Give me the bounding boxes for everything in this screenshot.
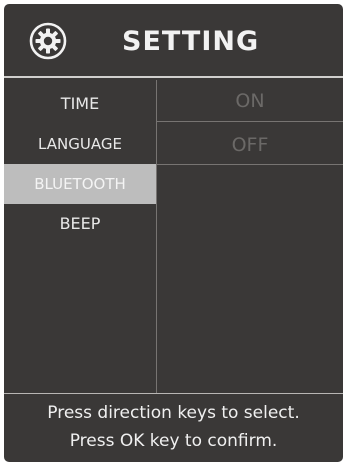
menu-item-label: BLUETOOTH (34, 175, 126, 193)
menu-item-bluetooth[interactable]: BLUETOOTH (4, 164, 156, 204)
settings-screen: SETTING TIME LANGUAGE BLUETOOTH BEEP ON … (4, 4, 343, 462)
option-divider (157, 164, 343, 165)
settings-menu: TIME LANGUAGE BLUETOOTH BEEP (4, 80, 156, 393)
menu-item-language[interactable]: LANGUAGE (4, 124, 156, 164)
menu-item-label: BEEP (59, 214, 101, 233)
footer-line-1: Press direction keys to select. (47, 403, 300, 423)
menu-item-time[interactable]: TIME (4, 84, 156, 124)
menu-item-label: TIME (60, 94, 100, 113)
page-title: SETTING (122, 26, 260, 57)
option-off[interactable]: OFF (157, 126, 343, 164)
options-panel: ON OFF (157, 80, 343, 393)
footer-line-2: Press OK key to confirm. (69, 431, 278, 451)
option-on[interactable]: ON (157, 82, 343, 120)
footer-divider (4, 393, 343, 394)
option-label: OFF (231, 134, 269, 156)
header: SETTING (4, 4, 343, 76)
header-divider (4, 76, 343, 78)
option-divider (157, 121, 343, 122)
footer-instructions: Press direction keys to select. Press OK… (4, 396, 343, 462)
menu-item-label: LANGUAGE (38, 135, 122, 153)
menu-item-beep[interactable]: BEEP (4, 204, 156, 244)
gear-icon (28, 21, 68, 61)
option-label: ON (235, 90, 265, 112)
